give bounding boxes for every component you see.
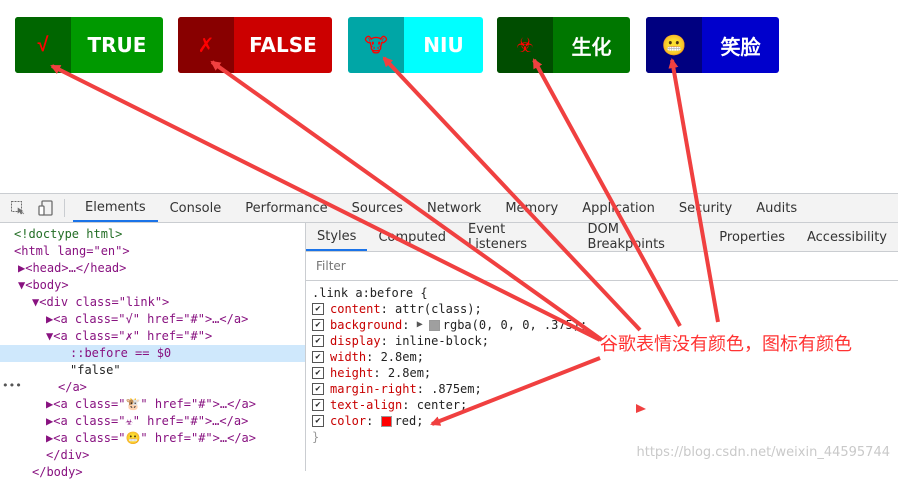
filter-bar [306, 252, 898, 281]
tab-accessibility[interactable]: Accessibility [796, 223, 898, 251]
smile-button[interactable]: 😬 笑脸 [646, 17, 779, 73]
true-button[interactable]: √ TRUE [15, 17, 163, 73]
dom-node[interactable]: <!doctype html> [0, 226, 305, 243]
tab-dom-breakpoints[interactable]: DOM Breakpoints [577, 222, 709, 252]
selected-pseudo-element[interactable]: ::before == $0 [0, 345, 305, 362]
dom-node[interactable]: </div> [0, 447, 305, 464]
toolbar-divider [64, 199, 65, 217]
watermark: https://blog.csdn.net/weixin_44595744 [636, 445, 890, 460]
tab-performance[interactable]: Performance [233, 194, 339, 222]
false-label: FALSE [249, 33, 317, 57]
color-swatch[interactable] [380, 415, 392, 427]
dom-node[interactable]: ▶<a class="🐮" href="#">…</a> [0, 396, 305, 413]
dom-node[interactable]: ▶<a class="😬" href="#">…</a> [0, 430, 305, 447]
niu-button[interactable]: 🐮 NIU [348, 17, 483, 73]
tab-properties[interactable]: Properties [708, 223, 796, 251]
dom-text-node[interactable]: "false" [0, 362, 305, 379]
smile-label: 笑脸 [720, 34, 761, 59]
true-label: TRUE [87, 33, 147, 57]
false-button[interactable]: ✗ FALSE [178, 17, 332, 73]
cross-icon: ✗ [178, 17, 234, 73]
tab-computed[interactable]: Computed [367, 223, 457, 251]
niu-label: NIU [423, 33, 464, 57]
dom-node[interactable]: ▶<a class="☣" href="#">…</a> [0, 413, 305, 430]
styles-filter-input[interactable] [314, 258, 518, 274]
dom-node[interactable]: ▼<body> [0, 277, 305, 294]
annotation-text: 谷歌表情没有颜色，图标有颜色 [600, 334, 852, 355]
tab-elements[interactable]: Elements [73, 194, 158, 222]
biohazard-icon: ☣ [497, 17, 553, 73]
device-toolbar-icon[interactable] [36, 198, 56, 218]
biohazard-label: 生化 [571, 34, 612, 59]
checkbox-icon[interactable]: ✔ [312, 351, 324, 363]
tab-network[interactable]: Network [415, 194, 493, 222]
dom-node[interactable]: ▼<div class="link"> [0, 294, 305, 311]
tab-styles[interactable]: Styles [306, 223, 368, 251]
css-declaration[interactable]: ✔ margin-right: .875em; [312, 381, 898, 397]
more-options-icon[interactable]: ••• [2, 377, 22, 394]
checkbox-icon[interactable]: ✔ [312, 415, 324, 427]
tab-memory[interactable]: Memory [493, 194, 570, 222]
biohazard-button[interactable]: ☣ 生化 [497, 17, 630, 73]
inspect-element-icon[interactable] [8, 198, 28, 218]
css-rule: .link a:before { ✔ content: attr(class); … [306, 281, 898, 445]
tab-application[interactable]: Application [570, 194, 667, 222]
grimace-face-icon: 😬 [646, 17, 702, 73]
dom-node[interactable]: ▶<head>…</head> [0, 260, 305, 277]
devtools-tab-bar: Elements Console Performance Sources Net… [0, 194, 898, 223]
dom-node[interactable]: </body> [0, 464, 305, 481]
rule-close-brace: } [312, 430, 320, 444]
dom-node[interactable]: ▼<a class="✗" href="#"> [0, 328, 305, 345]
checkbox-icon[interactable]: ✔ [312, 367, 324, 379]
checkbox-icon[interactable]: ✔ [312, 303, 324, 315]
rule-selector[interactable]: .link a:before { [312, 285, 898, 301]
dom-node[interactable]: ▶<a class="√" href="#">…</a> [0, 311, 305, 328]
css-declaration[interactable]: ✔ text-align: center; [312, 397, 898, 413]
dom-tree: <!doctype html> <html lang="en"> ▶<head>… [0, 223, 306, 479]
styles-tab-bar: Styles Computed Event Listeners DOM Brea… [306, 222, 898, 252]
tab-security[interactable]: Security [667, 194, 744, 222]
checkbox-icon[interactable]: ✔ [312, 319, 324, 331]
tab-event-listeners[interactable]: Event Listeners [457, 222, 577, 252]
expand-arrow-icon[interactable]: ▶ [417, 317, 429, 333]
tab-audits[interactable]: Audits [744, 194, 809, 222]
dom-node[interactable]: <html lang="en"> [0, 243, 305, 260]
demo-button-row: √ TRUE ✗ FALSE 🐮 NIU ☣ 生化 😬 笑脸 [0, 0, 898, 80]
css-declaration[interactable]: ✔ color: red; [312, 413, 898, 429]
checkbox-icon[interactable]: ✔ [312, 335, 324, 347]
css-declaration[interactable]: ✔ content: attr(class); [312, 301, 898, 317]
css-declaration[interactable]: ✔ height: 2.8em; [312, 365, 898, 381]
cow-icon: 🐮 [348, 17, 404, 73]
checkbox-icon[interactable]: ✔ [312, 383, 324, 395]
tab-console[interactable]: Console [158, 194, 234, 222]
checkmark-icon: √ [15, 17, 71, 73]
dom-node[interactable]: </a> [0, 379, 305, 396]
checkbox-icon[interactable]: ✔ [312, 399, 324, 411]
tab-sources[interactable]: Sources [340, 194, 415, 222]
color-swatch[interactable] [428, 319, 440, 331]
